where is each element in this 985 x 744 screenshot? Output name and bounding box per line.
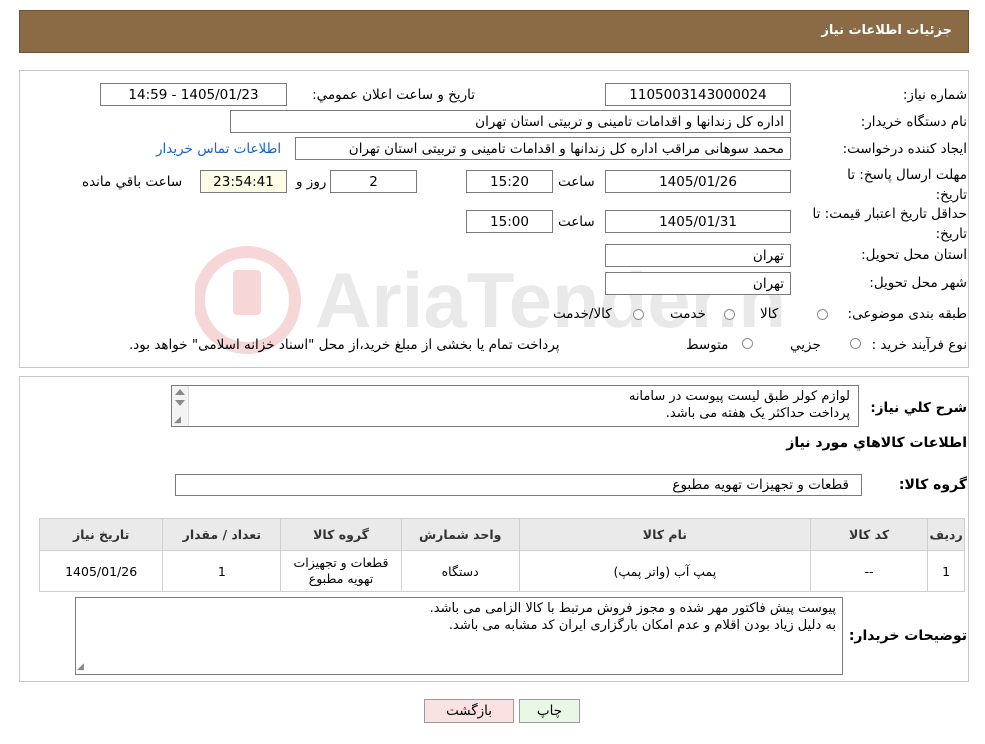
- goods-table: رديف کد کالا نام کالا واحد شمارش گروه کا…: [38, 518, 965, 592]
- goods-section-title: اطلاعات کالاهاي مورد نياز: [786, 435, 967, 451]
- buyer-notes-textarea: پیوست پیش فاکتور مهر شده و مجوز فروش مرت…: [75, 597, 843, 675]
- reply-date-field: 1405/01/26: [605, 170, 791, 193]
- days-label: روز و: [296, 174, 327, 190]
- buyer-org-field: اداره کل زندانها و اقدامات تامینی و تربی…: [230, 110, 791, 133]
- goods-group-label: گروه کالا:: [898, 477, 967, 493]
- price-time-field: 15:00: [466, 210, 553, 233]
- resize-grip-icon[interactable]: ◢: [174, 415, 181, 425]
- col-goods-name: نام کالا: [518, 518, 812, 551]
- col-unit: واحد شمارش: [400, 518, 520, 551]
- price-date-field: 1405/01/31: [605, 210, 791, 233]
- category-option-service: خدمت: [670, 306, 706, 322]
- table-row: 1 -- پمپ آب (واتر پمپ) دستگاه قطعات و تج…: [38, 550, 965, 592]
- purchase-option-medium: متوسط: [686, 337, 729, 353]
- price-validity-label: حداقل تاريخ اعتبار قيمت: تا تاريخ:: [812, 206, 967, 242]
- category-radio-service[interactable]: [724, 309, 735, 320]
- days-field: 2: [330, 170, 417, 193]
- reply-deadline-label: مهلت ارسال پاسخ: تا تاريخ:: [847, 167, 967, 203]
- category-option-goods: کالا: [760, 306, 779, 322]
- purchase-radio-small[interactable]: [850, 338, 861, 349]
- summary-scrollbar[interactable]: ◢: [172, 386, 189, 426]
- category-option-goods-service: کالا/خدمت: [553, 306, 612, 322]
- creator-label: ايجاد کننده درخواست:: [842, 141, 967, 157]
- purchase-type-label: نوع فرآيند خريد :: [871, 337, 967, 353]
- col-row-number: رديف: [927, 518, 965, 551]
- remaining-time-field: 23:54:41: [200, 170, 287, 193]
- cell-unit: دستگاه: [400, 550, 520, 592]
- col-goods-group: گروه کالا: [280, 518, 402, 551]
- summary-line-1: لوازم کولر طبق لیست پیوست در سامانه: [628, 389, 850, 404]
- need-number-field: 1105003143000024: [605, 83, 791, 106]
- print-button[interactable]: چاپ: [519, 699, 580, 723]
- goods-table-header: رديف کد کالا نام کالا واحد شمارش گروه کا…: [38, 518, 965, 551]
- buyer-notes-line-1: پیوست پیش فاکتور مهر شده و مجوز فروش مرت…: [429, 601, 836, 616]
- scroll-up-icon[interactable]: [175, 389, 185, 395]
- announce-label: تاریخ و ساعت اعلان عمومي:: [312, 87, 475, 103]
- need-number-label: شماره نیاز:: [902, 87, 967, 103]
- col-need-date: تاريخ نياز: [38, 518, 164, 551]
- buyer-notes-label: توضيحات خريدار:: [848, 628, 967, 644]
- category-label: طبقه بندی موضوعی:: [847, 306, 967, 322]
- summary-label: شرح کلي نياز:: [870, 400, 967, 416]
- cell-row-number: 1: [927, 550, 965, 592]
- goods-group-field: قطعات و تجهیزات تهویه مطبوع: [175, 474, 862, 496]
- cell-goods-group: قطعات و تجهیزات تهویه مطبوع: [280, 550, 402, 592]
- price-time-label: ساعت: [558, 214, 595, 230]
- province-field: تهران: [605, 244, 791, 267]
- page-title: جزئیات اطلاعات نیاز: [821, 23, 952, 38]
- scroll-down-icon[interactable]: [175, 400, 185, 406]
- city-label: شهر محل تحويل:: [869, 275, 967, 291]
- province-label: استان محل تحويل:: [861, 247, 967, 263]
- buyer-contact-link[interactable]: اطلاعات تماس خريدار: [156, 141, 281, 157]
- remaining-label: ساعت باقي مانده: [82, 174, 183, 190]
- purchase-radio-medium[interactable]: [742, 338, 753, 349]
- col-quantity: تعداد / مقدار: [162, 518, 282, 551]
- cell-need-date: 1405/01/26: [38, 550, 164, 592]
- page-header: جزئیات اطلاعات نیاز: [19, 10, 969, 53]
- resize-grip-icon[interactable]: ◢: [77, 662, 84, 672]
- back-button[interactable]: بازگشت: [424, 699, 514, 723]
- announce-field: 1405/01/23 - 14:59: [100, 83, 287, 106]
- summary-line-2: پرداخت حداکثر یک هفته می باشد.: [665, 406, 850, 421]
- buyer-notes-line-2: به دلیل زیاد بودن اقلام و عدم امکان بارگ…: [448, 618, 836, 633]
- summary-textarea: لوازم کولر طبق لیست پیوست در سامانه پردا…: [171, 385, 859, 427]
- city-field: تهران: [605, 272, 791, 295]
- purchase-note: پرداخت تمام يا بخشی از مبلغ خريد،از محل …: [129, 337, 560, 353]
- reply-time-label: ساعت: [558, 174, 595, 190]
- col-goods-code: کد کالا: [810, 518, 929, 551]
- buyer-org-label: نام دستگاه خريدار:: [860, 114, 967, 130]
- cell-quantity: 1: [162, 550, 282, 592]
- purchase-option-small: جزيي: [790, 337, 821, 353]
- creator-field: محمد سوهانی مراقب اداره کل زندانها و اقد…: [295, 137, 791, 160]
- watermark-text: AriaTender.neT: [315, 256, 785, 344]
- reply-time-field: 15:20: [466, 170, 553, 193]
- category-radio-goods[interactable]: [817, 309, 828, 320]
- category-radio-goods-service[interactable]: [633, 309, 644, 320]
- cell-goods-name: پمپ آب (واتر پمپ): [518, 550, 812, 592]
- cell-goods-code: --: [810, 550, 929, 592]
